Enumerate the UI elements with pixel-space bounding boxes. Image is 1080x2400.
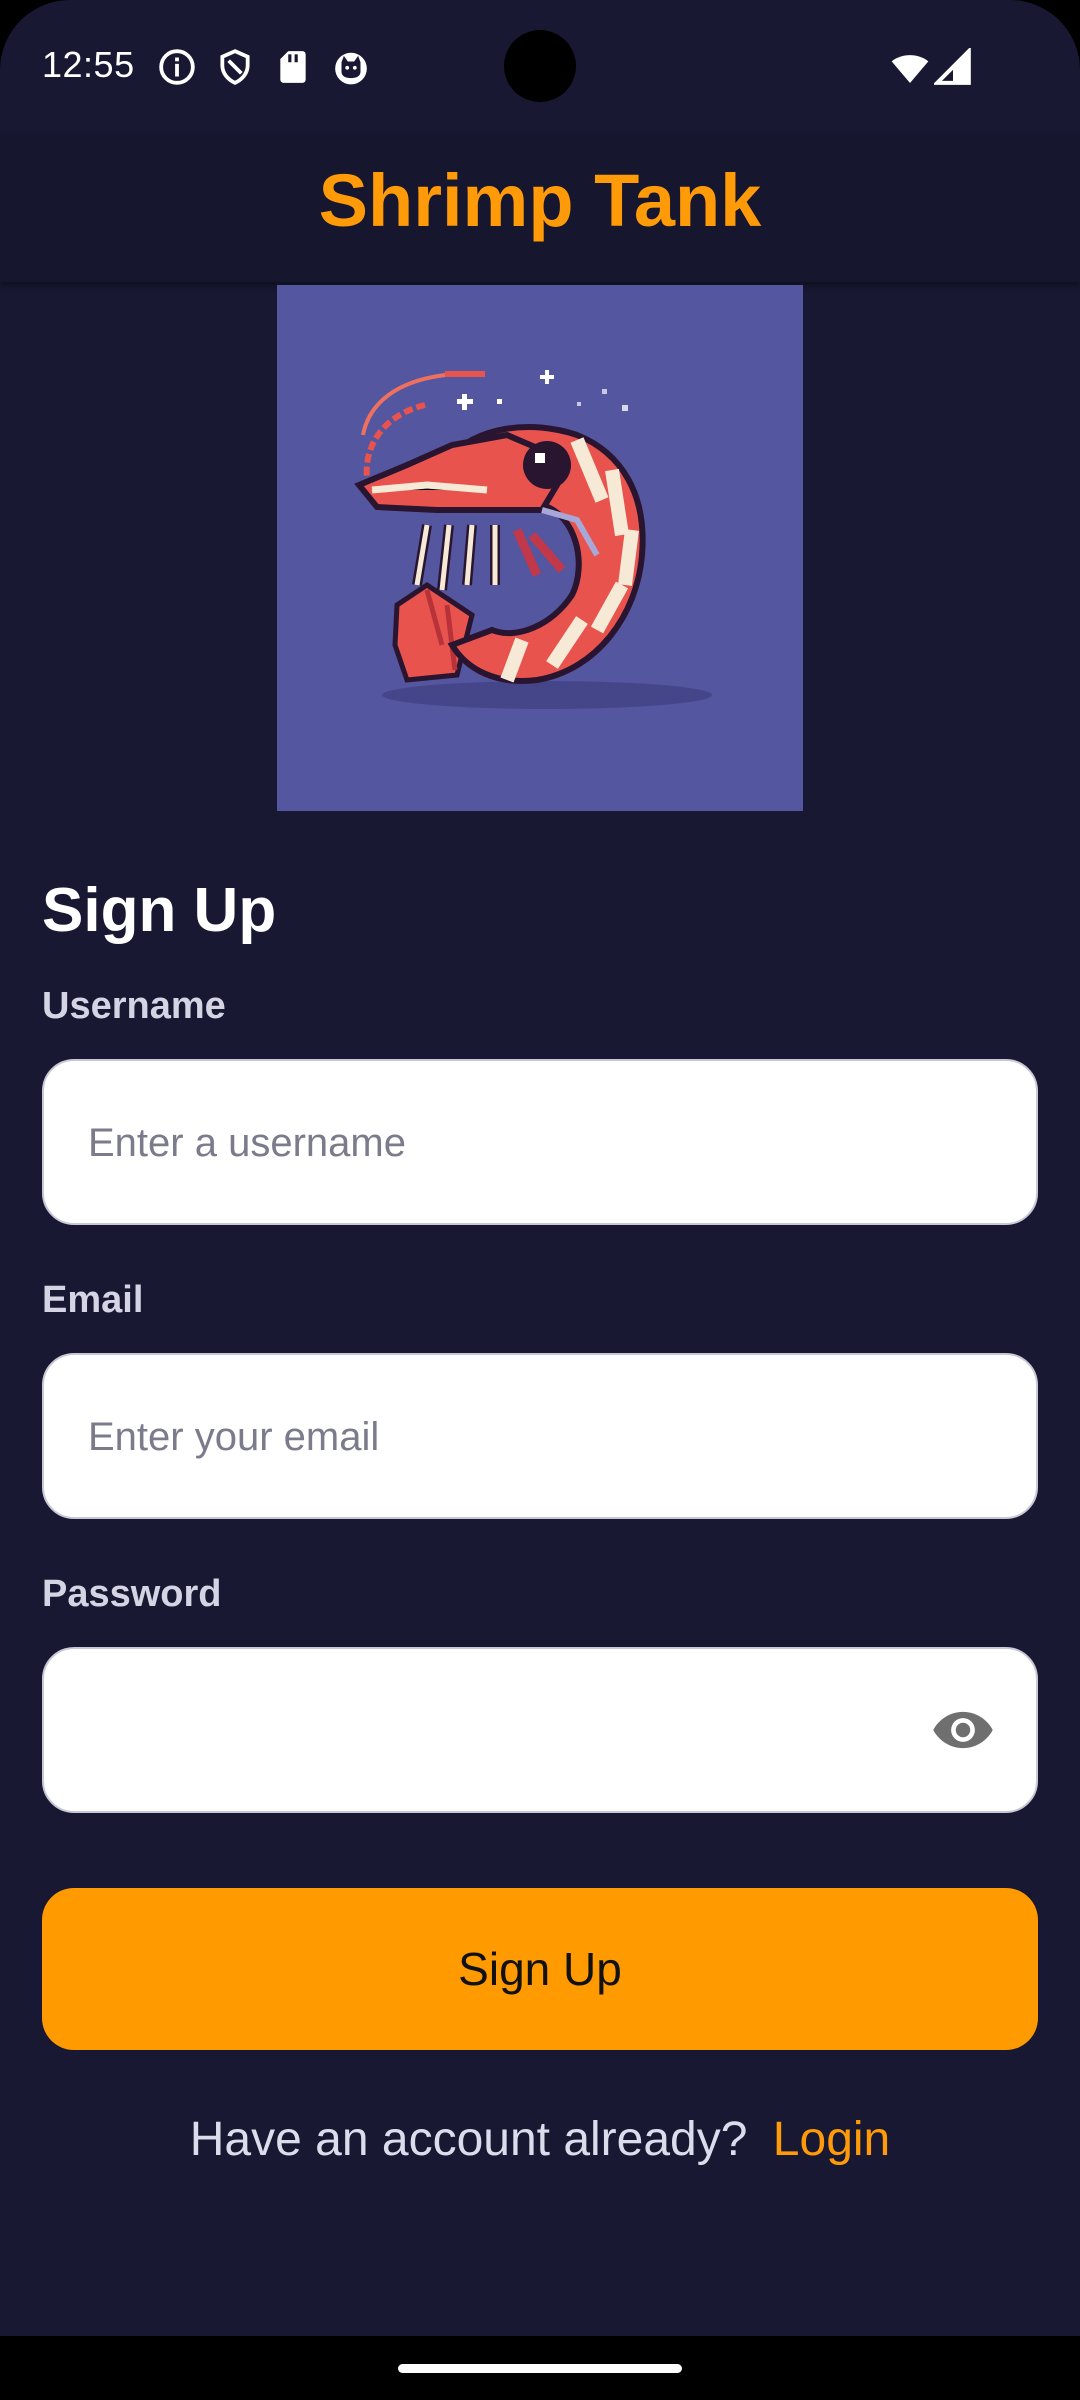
app-title: Shrimp Tank [318, 159, 762, 242]
home-indicator[interactable] [398, 2364, 682, 2373]
eye-icon[interactable] [932, 1704, 994, 1756]
password-input[interactable] [86, 1649, 950, 1813]
sd-card-icon [280, 51, 306, 83]
screen: 12:55 Shrimp Tank Sign Up Username Enter… [0, 0, 1080, 2336]
wifi-icon [891, 55, 929, 83]
app-bar: Shrimp Tank [0, 134, 1080, 282]
email-label: Email [42, 1279, 144, 1321]
login-prompt: Have an account already? Login [0, 2112, 1080, 2167]
shrimp-logo [277, 285, 803, 811]
login-prompt-text: Have an account already? [189, 2113, 748, 2166]
shrimp-illustration [354, 370, 712, 709]
password-label: Password [42, 1573, 222, 1615]
sign-up-button[interactable]: Sign Up [42, 1888, 1038, 2050]
signal-icon [934, 48, 971, 85]
shield-icon [220, 49, 250, 85]
email-input[interactable] [86, 1355, 950, 1519]
form-heading: Sign Up [42, 876, 277, 945]
cat-icon [335, 52, 367, 85]
camera-cutout [504, 30, 576, 102]
email-field[interactable] [42, 1353, 1038, 1519]
password-field[interactable] [42, 1647, 1038, 1813]
status-time: 12:55 [42, 44, 135, 85]
username-label: Username [42, 985, 226, 1027]
username-field[interactable] [42, 1059, 1038, 1225]
info-icon [159, 49, 195, 85]
login-link[interactable]: Login [773, 2113, 890, 2166]
status-bar: 12:55 [0, 0, 1080, 134]
username-input[interactable] [86, 1061, 950, 1225]
